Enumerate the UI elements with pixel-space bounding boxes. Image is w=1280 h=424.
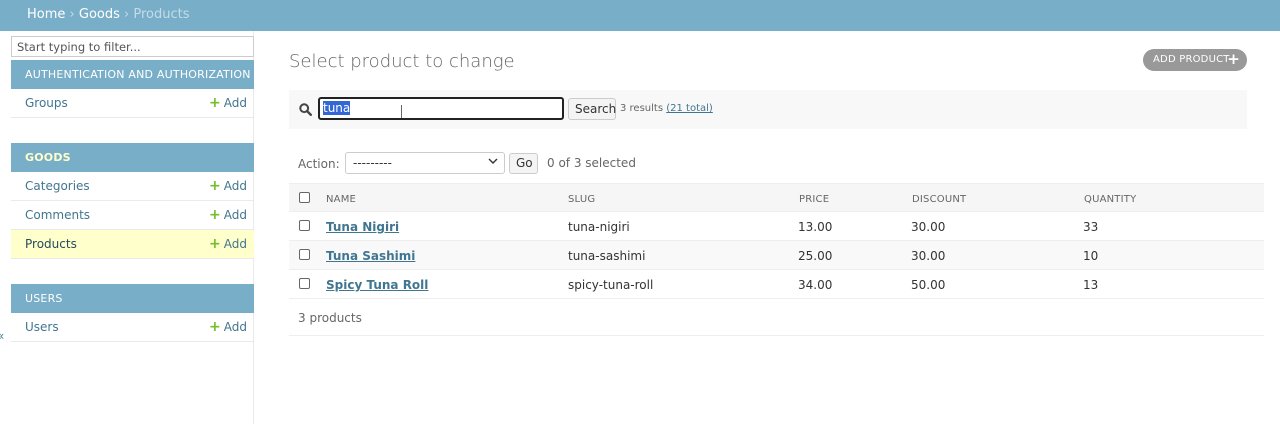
result-count: 3 results (21 total)	[620, 103, 713, 114]
table-row: Spicy Tuna Roll spicy-tuna-roll 34.00 50…	[289, 270, 1264, 299]
cell-discount: 50.00	[911, 278, 946, 292]
product-name-link[interactable]: Tuna Sashimi	[326, 249, 415, 263]
search-input-value: tuna	[323, 101, 351, 115]
module-users: USERS Users + Add	[11, 284, 254, 342]
breadcrumb-goods[interactable]: Goods	[79, 7, 120, 22]
action-label: Action:	[298, 157, 340, 171]
table-row: Tuna Sashimi tuna-sashimi 25.00 30.00 10	[289, 241, 1264, 270]
sidebar-item-label[interactable]: Comments	[25, 208, 90, 222]
plus-icon: +	[1227, 50, 1240, 68]
sidebar-item-comments: Comments + Add	[11, 201, 254, 230]
column-header-name[interactable]: NAME	[326, 194, 356, 205]
cell-price: 13.00	[798, 220, 833, 234]
breadcrumb-current: Products	[133, 7, 190, 22]
add-label: Add	[223, 208, 247, 222]
select-all-checkbox[interactable]	[299, 192, 310, 203]
cell-discount: 30.00	[911, 220, 946, 234]
nav-filter-input[interactable]	[11, 36, 254, 57]
breadcrumb-home[interactable]: Home	[27, 7, 65, 22]
plus-icon: +	[209, 95, 221, 111]
breadcrumb-separator: ›	[124, 7, 130, 22]
plus-icon: +	[209, 236, 221, 252]
table-row: Tuna Nigiri tuna-nigiri 13.00 30.00 33	[289, 212, 1264, 241]
breadcrumb: Home › Goods › Products	[0, 0, 1280, 31]
sidebar-item-products: Products + Add	[11, 230, 254, 259]
column-header-discount[interactable]: DISCOUNT	[912, 194, 966, 205]
add-users-link[interactable]: + Add	[209, 319, 247, 335]
row-checkbox[interactable]	[299, 220, 310, 231]
cell-slug: tuna-sashimi	[568, 249, 646, 263]
cell-quantity: 13	[1083, 278, 1099, 292]
add-products-link[interactable]: + Add	[209, 236, 247, 252]
sidebar-item-label[interactable]: Users	[25, 320, 59, 334]
module-goods: GOODS Categories + Add Comments + Add Prod…	[11, 143, 254, 259]
search-button[interactable]: Search	[568, 98, 616, 120]
total-count-link[interactable]: (21 total)	[666, 103, 713, 114]
cell-slug: spicy-tuna-roll	[568, 278, 654, 292]
product-name-link[interactable]: Tuna Nigiri	[326, 220, 399, 234]
product-name-link[interactable]: Spicy Tuna Roll	[326, 278, 428, 292]
sidebar-item-label[interactable]: Groups	[25, 96, 68, 110]
add-label: Add	[223, 237, 247, 251]
cell-discount: 30.00	[911, 249, 946, 263]
add-comments-link[interactable]: + Add	[209, 207, 247, 223]
text-cursor-icon	[401, 105, 402, 118]
add-label: Add	[223, 96, 247, 110]
module-caption-goods[interactable]: GOODS	[11, 143, 254, 172]
result-count-text: 3 results	[620, 103, 664, 114]
module-caption-auth[interactable]: AUTHENTICATION AND AUTHORIZATION	[11, 60, 254, 89]
nav-sidebar: AUTHENTICATION AND AUTHORIZATION Groups …	[11, 31, 254, 424]
column-header-price[interactable]: PRICE	[799, 194, 829, 205]
plus-icon: +	[209, 178, 221, 194]
column-header-slug[interactable]: SLUG	[568, 194, 595, 205]
sidebar-item-label[interactable]: Categories	[25, 179, 90, 193]
page-title: Select product to change	[289, 51, 515, 72]
action-select-value: ---------	[353, 156, 392, 170]
cell-quantity: 33	[1083, 220, 1099, 234]
table-header-row: NAME SLUG PRICE DISCOUNT QUANTITY	[289, 183, 1264, 212]
plus-icon: +	[209, 319, 221, 335]
module-caption-users[interactable]: USERS	[11, 284, 254, 313]
row-checkbox[interactable]	[299, 249, 310, 260]
sidebar-item-users: Users + Add	[11, 313, 254, 342]
add-categories-link[interactable]: + Add	[209, 178, 247, 194]
search-toolbar: tuna Search 3 results (21 total)	[289, 90, 1247, 129]
search-icon	[299, 103, 313, 119]
go-button[interactable]: Go	[509, 153, 538, 174]
plus-icon: +	[209, 207, 221, 223]
cell-price: 34.00	[798, 278, 833, 292]
selection-counter: 0 of 3 selected	[547, 156, 636, 170]
row-checkbox[interactable]	[299, 278, 310, 289]
sidebar-item-categories: Categories + Add	[11, 172, 254, 201]
cell-quantity: 10	[1083, 249, 1099, 263]
cell-price: 25.00	[798, 249, 833, 263]
result-list-table: NAME SLUG PRICE DISCOUNT QUANTITY Tuna N…	[289, 183, 1264, 299]
column-header-quantity[interactable]: QUANTITY	[1084, 194, 1136, 205]
sidebar-item-label[interactable]: Products	[25, 237, 77, 251]
paginator: 3 products	[289, 299, 1264, 336]
breadcrumb-separator: ›	[69, 7, 75, 22]
sidebar-collapse-icon[interactable]: «	[0, 329, 4, 343]
search-input[interactable]: tuna	[318, 97, 564, 120]
action-select[interactable]: ---------	[345, 152, 505, 174]
add-label: Add	[223, 320, 247, 334]
cell-slug: tuna-nigiri	[568, 220, 630, 234]
module-auth: AUTHENTICATION AND AUTHORIZATION Groups …	[11, 60, 254, 118]
add-product-label: ADD PRODUCT	[1153, 54, 1230, 65]
sidebar-item-groups: Groups + Add	[11, 89, 254, 118]
add-groups-link[interactable]: + Add	[209, 95, 247, 111]
chevron-down-icon	[488, 157, 498, 168]
add-label: Add	[223, 179, 247, 193]
add-product-button[interactable]: ADD PRODUCT +	[1143, 49, 1247, 71]
